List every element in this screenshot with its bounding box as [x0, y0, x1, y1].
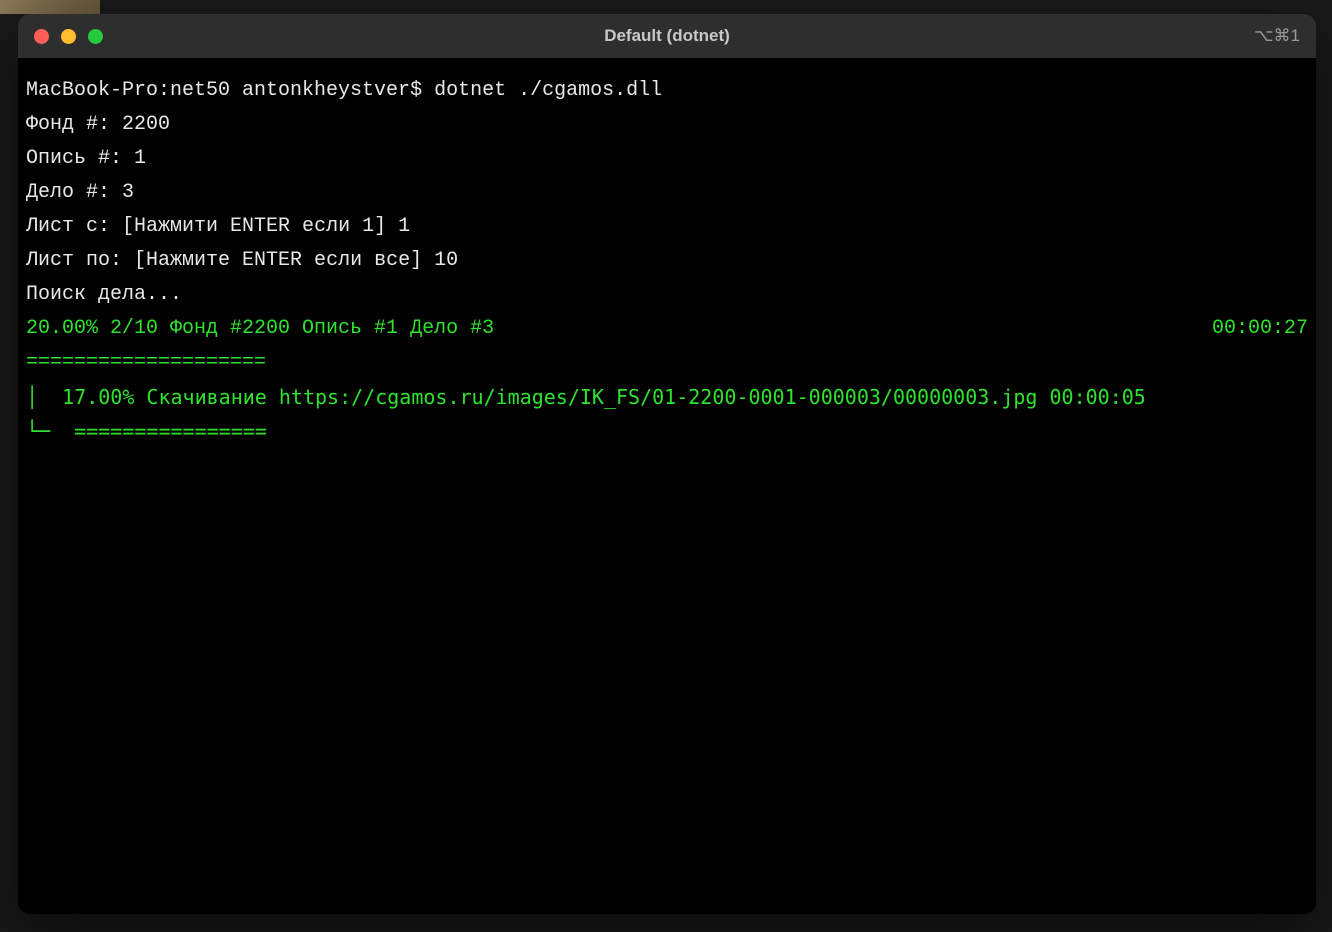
input-fond: Фонд #: 2200: [26, 108, 1308, 142]
input-opis: Опись #: 1: [26, 142, 1308, 176]
terminal-window: Default (dotnet) ⌥⌘1 MacBook-Pro:net50 a…: [18, 14, 1316, 914]
terminal-output[interactable]: MacBook-Pro:net50 antonkheystver$ dotnet…: [18, 58, 1316, 456]
traffic-lights: [34, 29, 103, 44]
input-list-to: Лист по: [Нажмите ENTER если все] 10: [26, 244, 1308, 278]
progress-time: 00:00:27: [1212, 312, 1308, 346]
window-shortcut: ⌥⌘1: [1254, 26, 1300, 46]
progress-text: 20.00% 2/10 Фонд #2200 Опись #1 Дело #3: [26, 312, 494, 346]
separator-top: ====================: [26, 346, 1308, 380]
prompt-line: MacBook-Pro:net50 antonkheystver$ dotnet…: [26, 74, 1308, 108]
maximize-button[interactable]: [88, 29, 103, 44]
download-progress: │ 17.00% Скачивание https://cgamos.ru/im…: [26, 380, 1308, 414]
backdrop-stripe: [0, 0, 100, 14]
minimize-button[interactable]: [61, 29, 76, 44]
shortcut-label: ⌥⌘1: [1254, 26, 1300, 46]
overall-progress: 20.00% 2/10 Фонд #2200 Опись #1 Дело #3 …: [26, 312, 1308, 346]
separator-bottom: └─ ================: [26, 414, 1308, 448]
input-list-from: Лист с: [Нажмити ENTER если 1] 1: [26, 210, 1308, 244]
status-searching: Поиск дела...: [26, 278, 1308, 312]
input-delo: Дело #: 3: [26, 176, 1308, 210]
window-titlebar[interactable]: Default (dotnet) ⌥⌘1: [18, 14, 1316, 58]
close-button[interactable]: [34, 29, 49, 44]
window-title: Default (dotnet): [604, 26, 730, 46]
